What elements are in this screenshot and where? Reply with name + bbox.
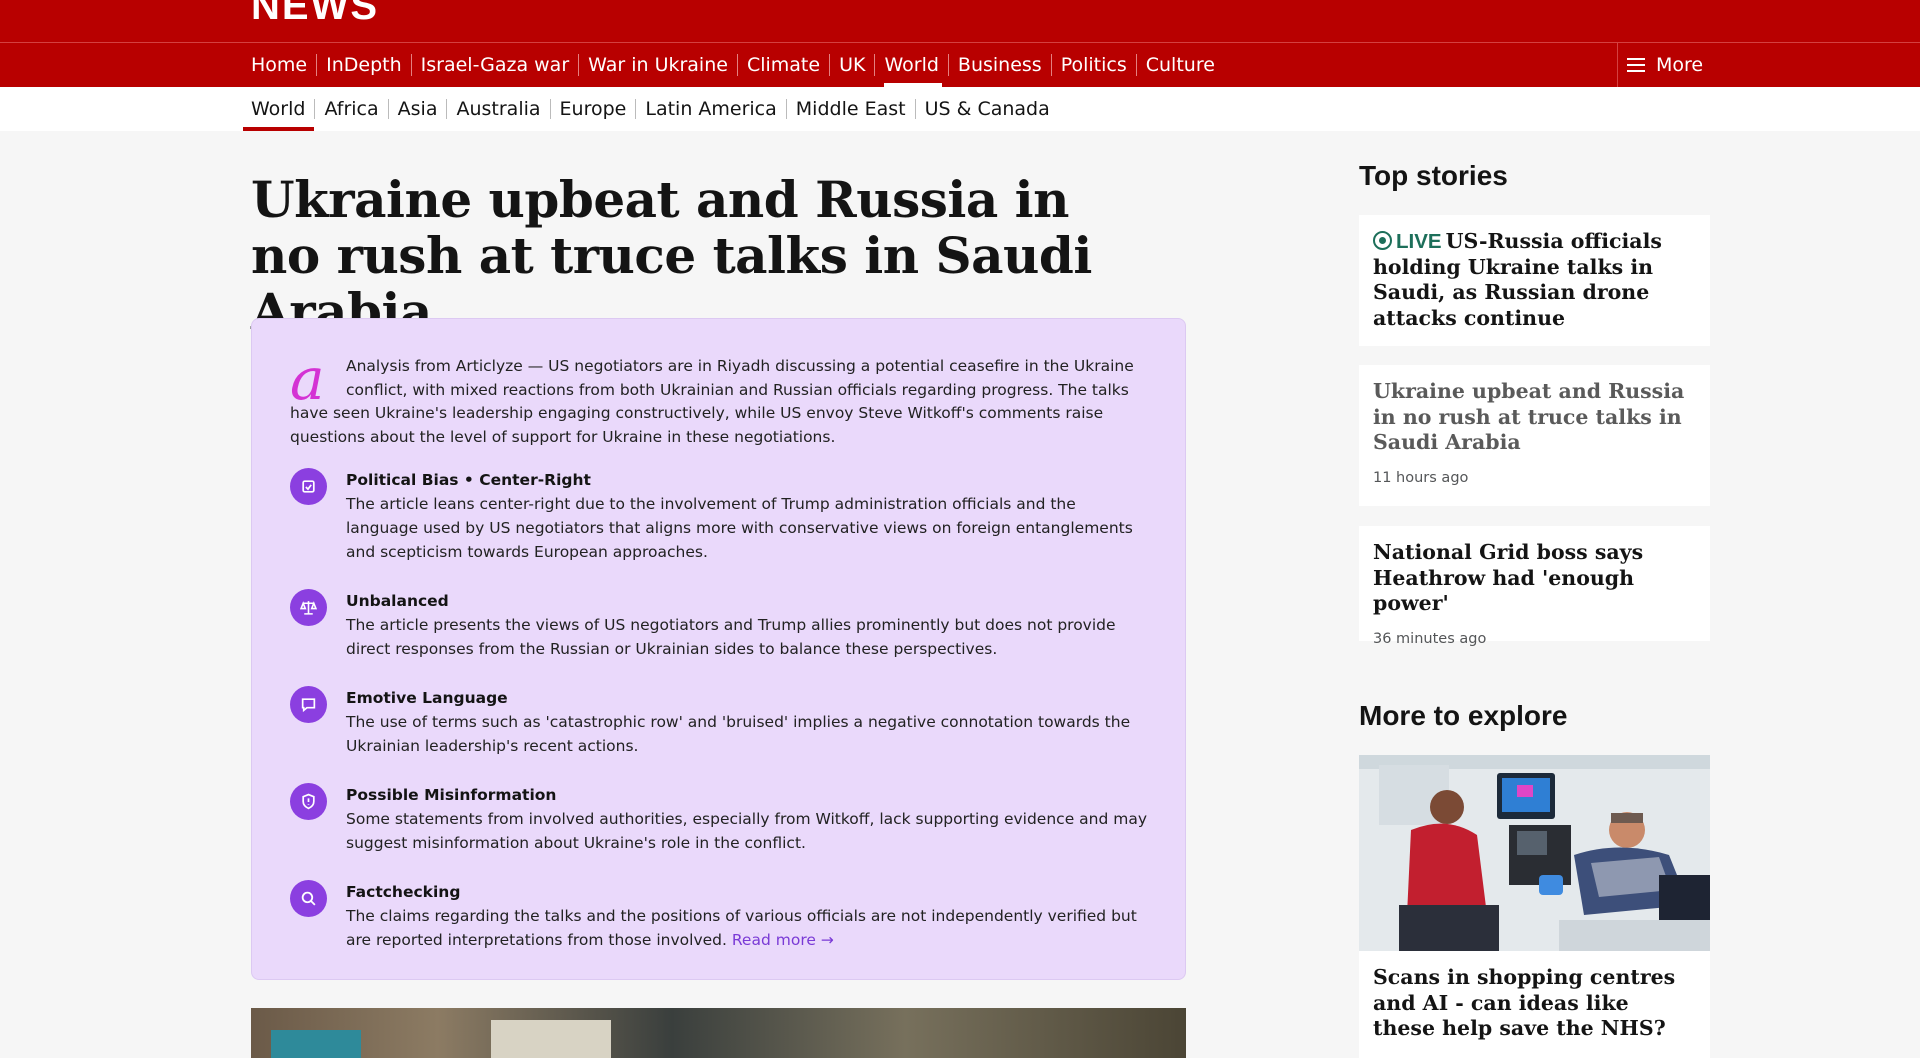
- world-subnavigation: World Africa Asia Australia Europe Latin…: [0, 87, 1920, 131]
- subnav-link-latin-america[interactable]: Latin America: [636, 98, 785, 120]
- hero-image-window: [271, 1030, 361, 1058]
- articlyze-logo-icon: a: [290, 345, 325, 413]
- nav-item-business[interactable]: Business: [948, 43, 1051, 87]
- nav-link-world[interactable]: World: [875, 43, 947, 87]
- subnav-link-australia[interactable]: Australia: [447, 98, 549, 120]
- nav-item-culture[interactable]: Culture: [1136, 43, 1224, 87]
- analysis-item-description: The article presents the views of US neg…: [346, 616, 1116, 658]
- top-story-timestamp: 11 hours ago: [1373, 469, 1469, 486]
- nav-link-uk[interactable]: UK: [830, 43, 874, 87]
- subnav-item-europe[interactable]: Europe: [550, 87, 636, 131]
- article-hero-image: [251, 1008, 1186, 1058]
- subnav-link-world[interactable]: World: [251, 98, 314, 120]
- analysis-items: Political Bias • Center-Right The articl…: [290, 468, 1147, 952]
- subnav-item-australia[interactable]: Australia: [446, 87, 549, 131]
- more-menu-label: More: [1656, 54, 1704, 76]
- news-logo[interactable]: NEWS: [251, 0, 379, 31]
- analysis-item-unbalanced: Unbalanced The article presents the view…: [290, 589, 1147, 661]
- subnav-link-middle-east[interactable]: Middle East: [787, 98, 915, 120]
- top-story-timestamp: 36 minutes ago: [1373, 630, 1487, 647]
- subnav-item-world[interactable]: World: [242, 87, 315, 131]
- analysis-item-description: Some statements from involved authoritie…: [346, 810, 1148, 852]
- nav-item-world[interactable]: World: [874, 43, 947, 87]
- analysis-item-description: The use of terms such as 'catastrophic r…: [346, 713, 1131, 755]
- subnav-item-asia[interactable]: Asia: [388, 87, 447, 131]
- nav-link-war-in-ukraine[interactable]: War in Ukraine: [579, 43, 737, 87]
- analysis-item-political-bias: Political Bias • Center-Right The articl…: [290, 468, 1147, 564]
- explore-story-image[interactable]: [1359, 755, 1710, 951]
- masthead: NEWS: [0, 0, 1920, 42]
- shield-alert-icon: [290, 783, 327, 820]
- nav-link-climate[interactable]: Climate: [738, 43, 829, 87]
- analysis-item-factchecking: Factchecking The claims regarding the ta…: [290, 880, 1147, 952]
- analysis-item-title: Factchecking: [346, 883, 461, 901]
- articlyze-analysis-panel: a Analysis from Articlyze — US negotiato…: [251, 318, 1186, 980]
- top-story-title: LIVE US-Russia officials holding Ukraine …: [1373, 229, 1696, 331]
- article-headline: Ukraine upbeat and Russia in no rush at …: [251, 170, 1092, 341]
- analysis-item-title: Political Bias • Center-Right: [346, 471, 591, 489]
- nav-item-climate[interactable]: Climate: [737, 43, 829, 87]
- subnav-link-us-canada[interactable]: US & Canada: [916, 98, 1059, 120]
- nav-link-home[interactable]: Home: [251, 43, 316, 87]
- top-story-title: National Grid boss says Heathrow had 'en…: [1373, 540, 1644, 615]
- subnav-item-africa[interactable]: Africa: [314, 87, 387, 131]
- live-indicator-icon: [1373, 231, 1392, 250]
- top-story-card-live[interactable]: LIVE US-Russia officials holding Ukraine …: [1359, 215, 1710, 346]
- nav-item-politics[interactable]: Politics: [1051, 43, 1136, 87]
- subnav-link-europe[interactable]: Europe: [551, 98, 636, 120]
- top-story-card[interactable]: National Grid boss says Heathrow had 'en…: [1359, 526, 1710, 647]
- analysis-item-title: Unbalanced: [346, 592, 449, 610]
- explore-story-title: Scans in shopping centres and AI - can i…: [1373, 965, 1676, 1040]
- subnav-link-africa[interactable]: Africa: [315, 98, 387, 120]
- nav-link-business[interactable]: Business: [949, 43, 1051, 87]
- subnav-item-latin-america[interactable]: Latin America: [635, 87, 785, 131]
- analysis-item-emotive-language: Emotive Language The use of terms such a…: [290, 686, 1147, 758]
- nav-link-israel-gaza-war[interactable]: Israel-Gaza war: [412, 43, 579, 87]
- analysis-item-title: Possible Misinformation: [346, 786, 557, 804]
- scale-icon: [290, 589, 327, 626]
- analysis-item-description: The article leans center-right due to th…: [346, 495, 1133, 561]
- analysis-item-title: Emotive Language: [346, 689, 508, 707]
- hero-image-panel: [491, 1020, 611, 1058]
- top-story-title: Ukraine upbeat and Russia in no rush at …: [1373, 379, 1685, 454]
- nav-link-culture[interactable]: Culture: [1137, 43, 1224, 87]
- analysis-item-possible-misinformation: Possible Misinformation Some statements …: [290, 783, 1147, 855]
- analysis-intro: a Analysis from Articlyze — US negotiato…: [290, 345, 1147, 449]
- live-badge: LIVE: [1396, 230, 1442, 253]
- nav-item-israel-gaza-war[interactable]: Israel-Gaza war: [411, 43, 579, 87]
- nav-link-politics[interactable]: Politics: [1052, 43, 1136, 87]
- analysis-item-description: The claims regarding the talks and the p…: [346, 904, 1147, 952]
- speech-bubble-icon: [290, 686, 327, 723]
- more-menu-button[interactable]: More: [1617, 43, 1920, 87]
- top-story-card-current[interactable]: Ukraine upbeat and Russia in no rush at …: [1359, 365, 1710, 506]
- subnav-item-us-canada[interactable]: US & Canada: [915, 87, 1059, 131]
- hamburger-icon: [1627, 58, 1645, 72]
- read-more-link[interactable]: Read more →: [732, 931, 834, 949]
- top-stories-heading: Top stories: [1359, 160, 1508, 191]
- analysis-intro-text: Analysis from Articlyze — US negotiators…: [290, 357, 1134, 446]
- magnifier-icon: [290, 880, 327, 917]
- more-to-explore-heading: More to explore: [1359, 700, 1568, 731]
- subnav-item-middle-east[interactable]: Middle East: [786, 87, 915, 131]
- explore-story-card[interactable]: Scans in shopping centres and AI - can i…: [1359, 951, 1710, 1058]
- subnav-link-asia[interactable]: Asia: [389, 98, 447, 120]
- nav-item-war-in-ukraine[interactable]: War in Ukraine: [578, 43, 737, 87]
- nav-link-indepth[interactable]: InDepth: [317, 43, 411, 87]
- hospital-scan-photo: [1359, 755, 1710, 951]
- main-navigation: Home InDepth Israel-Gaza war War in Ukra…: [0, 42, 1920, 87]
- nav-item-uk[interactable]: UK: [829, 43, 874, 87]
- nav-item-home[interactable]: Home: [251, 43, 316, 87]
- nav-item-indepth[interactable]: InDepth: [316, 43, 411, 87]
- bias-icon: [290, 468, 327, 505]
